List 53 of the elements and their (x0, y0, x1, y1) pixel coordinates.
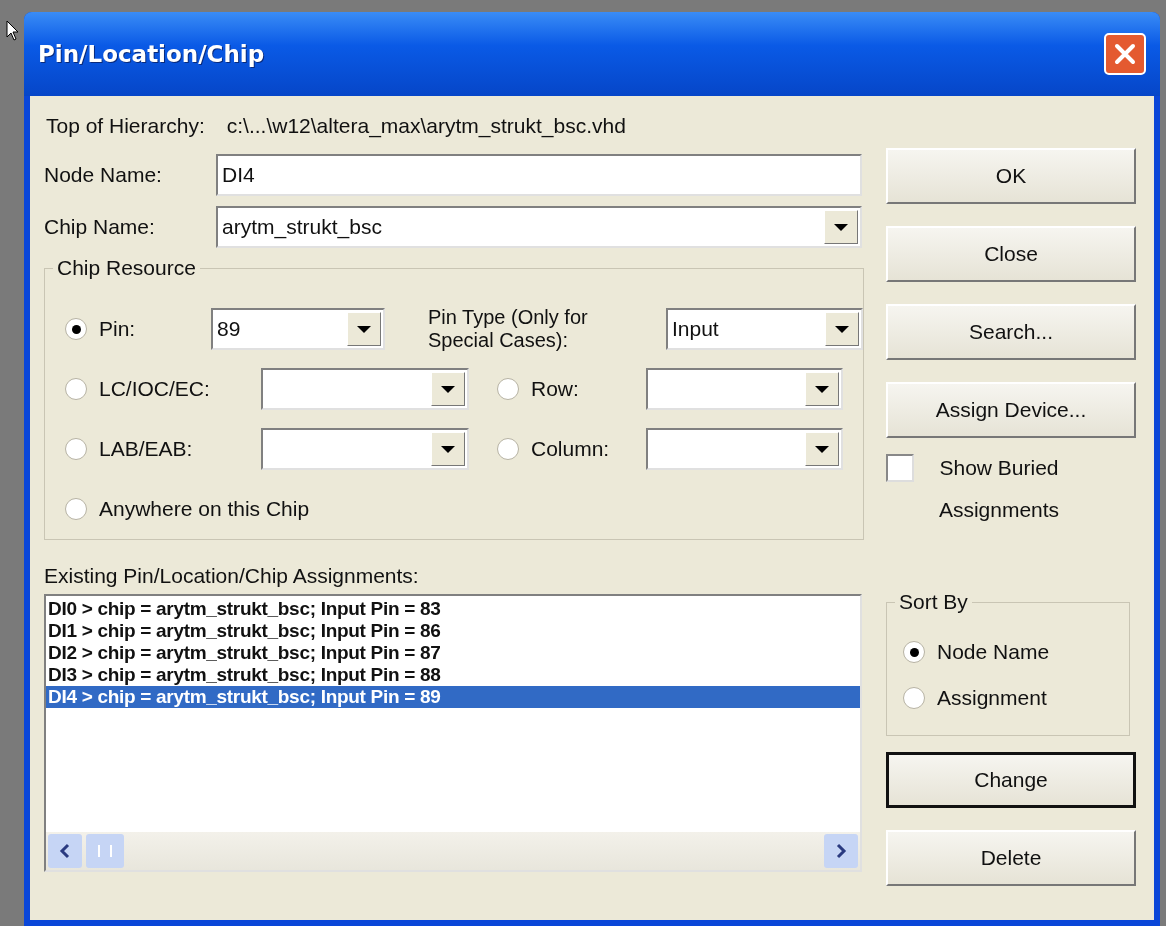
dialog-button[interactable]: Change (886, 752, 1136, 808)
radio-label: Node Name (937, 640, 1050, 664)
radio-button[interactable] (65, 318, 87, 340)
window-title: Pin/Location/Chip (38, 41, 265, 67)
dialog-button[interactable]: Close (886, 226, 1136, 282)
close-icon (1112, 41, 1138, 67)
dropdown[interactable] (261, 368, 469, 410)
scroll-left-button[interactable] (48, 834, 82, 868)
radio-button[interactable] (65, 378, 87, 400)
list-item[interactable]: DI4 > chip = arytm_strukt_bsc; Input Pin = 89 (46, 686, 860, 708)
dropdown[interactable]: 89 (211, 308, 385, 350)
dropdown[interactable] (261, 428, 469, 470)
right-chevron-icon (835, 843, 847, 859)
dropdown[interactable] (646, 428, 843, 470)
radio-button[interactable] (65, 438, 87, 460)
dialog-button[interactable]: OK (886, 148, 1136, 204)
dropdown[interactable] (646, 368, 843, 410)
checkbox[interactable] (886, 454, 914, 482)
radio-button[interactable] (497, 438, 519, 460)
radio-label: Row: (531, 377, 580, 401)
list-item[interactable]: DI3 > chip = arytm_strukt_bsc; Input Pin = 88 (46, 664, 860, 686)
horizontal-scrollbar[interactable] (46, 832, 860, 870)
hierarchy-path: c:\...\w12\altera_max\arytm_strukt_bsc.vhd (226, 114, 626, 138)
node-name-field[interactable]: DI4 (216, 154, 862, 196)
radio-label: Assignment (937, 686, 1047, 710)
dialog-button[interactable]: Assign Device... (886, 382, 1136, 438)
radio-button[interactable] (903, 641, 925, 663)
radio-button[interactable] (65, 498, 87, 520)
radio-label: Column: (531, 437, 611, 461)
list-item[interactable]: DI0 > chip = arytm_strukt_bsc; Input Pin = 83 (46, 598, 860, 620)
radio-label: Anywhere on this Chip (99, 497, 310, 521)
scroll-thumb[interactable] (86, 834, 124, 868)
assignments-label: Existing Pin/Location/Chip Assignments: (44, 564, 420, 589)
chip-name-dropdown[interactable]: arytm_strukt_bsc (216, 206, 862, 248)
left-chevron-icon (59, 843, 71, 859)
list-item[interactable]: DI2 > chip = arytm_strukt_bsc; Input Pin = 87 (46, 642, 860, 664)
pin-type-label: Pin Type (Only for Special Cases): (428, 306, 589, 352)
radio-label: LC/IOC/EC: (99, 377, 211, 401)
chip-name-label: Chip Name: (44, 215, 156, 239)
mouse-cursor-icon (6, 20, 20, 42)
dialog-button[interactable]: Search... (886, 304, 1136, 360)
radio-label: Pin: (99, 317, 137, 341)
list-item[interactable]: DI1 > chip = arytm_strukt_bsc; Input Pin = 86 (46, 620, 860, 642)
node-name-label: Node Name: (44, 163, 163, 187)
radio-label: LAB/EAB: (99, 437, 194, 461)
checkbox-label: Show Buried Assignments (937, 455, 1061, 523)
dialog-button[interactable]: Delete (886, 830, 1136, 886)
scroll-right-button[interactable] (824, 834, 858, 868)
close-button[interactable] (1104, 33, 1146, 75)
radio-button[interactable] (497, 378, 519, 400)
radio-button[interactable] (903, 687, 925, 709)
dropdown[interactable]: Input (666, 308, 863, 350)
hierarchy-label: Top of Hierarchy: (46, 114, 205, 138)
